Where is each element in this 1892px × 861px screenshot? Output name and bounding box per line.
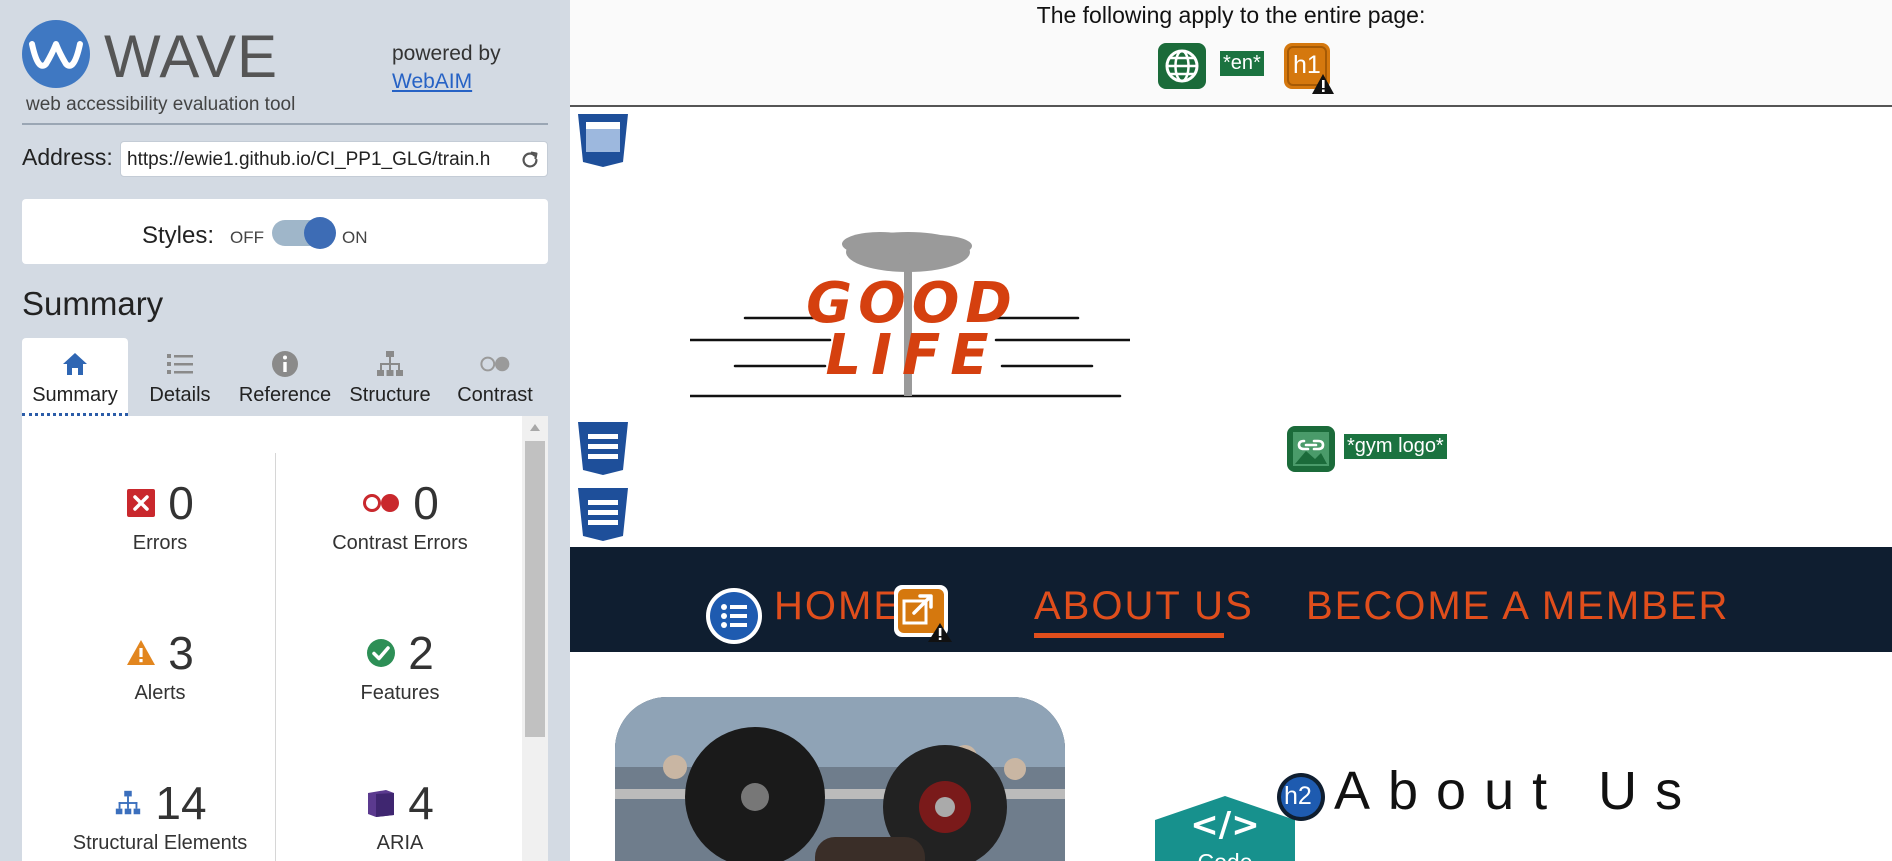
nav-member-link[interactable]: BECOME A MEMBER bbox=[1306, 584, 1729, 629]
styles-box: Styles: OFF ON bbox=[22, 199, 548, 264]
structure-icon bbox=[116, 790, 141, 815]
aria-label: ARIA bbox=[376, 832, 424, 854]
styles-toggle-knob[interactable] bbox=[304, 217, 336, 249]
scroll-up-arrow-icon[interactable] bbox=[530, 424, 540, 431]
tab-contrast[interactable]: Contrast bbox=[442, 338, 548, 416]
aria-icon bbox=[368, 790, 395, 817]
tab-label: Contrast bbox=[457, 384, 533, 406]
tab-structure[interactable]: Structure bbox=[337, 338, 443, 416]
feature-icon bbox=[367, 639, 396, 667]
contrast-icon bbox=[480, 356, 510, 372]
contrast-errors-count: 0 bbox=[413, 477, 439, 529]
language-globe-icon[interactable] bbox=[1157, 42, 1207, 90]
nav-active-underline bbox=[1034, 633, 1224, 638]
logo-word-life: LIFE bbox=[825, 323, 998, 388]
barbell-photo-icon bbox=[615, 697, 1065, 861]
banner-text: The following apply to the entire page: bbox=[1036, 2, 1426, 28]
summary-panel: 0 Errors 0 Contrast Errors 3 Alerts 2 Fe… bbox=[22, 416, 548, 861]
language-tag[interactable]: *en* bbox=[1220, 51, 1264, 76]
tab-label: Details bbox=[149, 384, 211, 406]
hero-gym-photo bbox=[615, 697, 1065, 861]
aria-count: 4 bbox=[408, 777, 434, 829]
styles-off-label: OFF bbox=[230, 228, 264, 247]
address-input[interactable] bbox=[127, 147, 507, 173]
wave-header: WAVE web accessibility evaluation tool p… bbox=[22, 20, 552, 116]
site-navbar: HOME ABOUT US BECOME A MEMBER bbox=[570, 547, 1892, 652]
hierarchy-icon bbox=[377, 351, 403, 376]
reload-icon[interactable] bbox=[519, 149, 541, 171]
redundant-link-alert-icon[interactable] bbox=[892, 583, 954, 643]
gym-logo-image[interactable]: GOOD LIFE bbox=[690, 222, 1130, 402]
code-badge-label: Code bbox=[1198, 849, 1253, 861]
wave-sidebar: WAVE web accessibility evaluation tool p… bbox=[0, 0, 570, 861]
wave-tagline: web accessibility evaluation tool bbox=[26, 94, 296, 115]
features-count: 2 bbox=[408, 627, 434, 679]
styles-on-label: ON bbox=[342, 228, 368, 247]
stat-structural[interactable]: 14 Structural Elements bbox=[40, 776, 280, 855]
h2-badge-label: h2 bbox=[1284, 782, 1312, 810]
wave-wordmark: WAVE bbox=[104, 23, 279, 90]
styles-label: Styles: bbox=[142, 222, 215, 249]
tab-label: Structure bbox=[349, 384, 431, 406]
styles-toggle[interactable] bbox=[272, 217, 336, 249]
structural-label: Structural Elements bbox=[72, 832, 248, 854]
navigation-region-icon[interactable] bbox=[576, 420, 630, 476]
address-box bbox=[120, 141, 548, 177]
alerts-label: Alerts bbox=[134, 682, 186, 704]
errors-count: 0 bbox=[168, 477, 194, 529]
nav-about-link[interactable]: ABOUT US bbox=[1034, 584, 1254, 629]
wave-logo-icon bbox=[22, 20, 90, 88]
page-level-banner: The following apply to the entire page: … bbox=[570, 0, 1892, 107]
stat-alerts[interactable]: 3 Alerts bbox=[40, 626, 280, 705]
page-preview: The following apply to the entire page: … bbox=[570, 0, 1892, 861]
contrast-errors-label: Contrast Errors bbox=[332, 532, 468, 554]
tab-details[interactable]: Details bbox=[127, 338, 233, 416]
tab-label: Summary bbox=[32, 384, 118, 406]
features-label: Features bbox=[360, 682, 440, 704]
nav-home-link[interactable]: HOME bbox=[774, 584, 902, 629]
webaim-link[interactable]: WebAIM bbox=[392, 70, 472, 94]
structural-count: 14 bbox=[155, 777, 207, 829]
code-glyph: </> bbox=[1190, 805, 1259, 845]
contrast-error-icon bbox=[363, 494, 400, 512]
image-alt-tag[interactable]: *gym logo* bbox=[1344, 434, 1447, 459]
errors-label: Errors bbox=[132, 532, 188, 554]
stat-contrast-errors[interactable]: 0 Contrast Errors bbox=[280, 476, 520, 555]
stat-errors[interactable]: 0 Errors bbox=[40, 476, 280, 555]
tab-summary[interactable]: Summary bbox=[22, 338, 128, 416]
header-region-icon[interactable] bbox=[576, 112, 630, 168]
stat-aria[interactable]: 4 ARIA bbox=[280, 776, 520, 855]
about-us-heading: About Us bbox=[1334, 761, 1701, 821]
home-icon bbox=[63, 353, 87, 375]
h1-badge-label: h1 bbox=[1293, 51, 1321, 79]
list-icon bbox=[167, 354, 193, 374]
panel-tabs: Summary Details Reference Structure Cont… bbox=[22, 338, 548, 416]
panel-divider bbox=[22, 123, 548, 125]
summary-heading: Summary bbox=[22, 285, 164, 322]
list-region-icon[interactable] bbox=[576, 486, 630, 542]
panel-scrollbar[interactable] bbox=[522, 416, 548, 861]
tab-label: Reference bbox=[238, 384, 332, 406]
alerts-count: 3 bbox=[168, 627, 194, 679]
error-icon bbox=[127, 489, 156, 517]
alert-icon bbox=[127, 640, 156, 665]
address-label: Address: bbox=[22, 144, 113, 170]
unordered-list-icon[interactable] bbox=[705, 587, 763, 645]
code-icon[interactable]: </> Code bbox=[1155, 796, 1295, 861]
info-icon bbox=[272, 351, 298, 377]
stat-features[interactable]: 2 Features bbox=[280, 626, 520, 705]
powered-by-text: powered by bbox=[392, 42, 501, 65]
scroll-thumb[interactable] bbox=[525, 441, 545, 737]
tab-reference[interactable]: Reference bbox=[232, 338, 338, 416]
linked-image-icon[interactable] bbox=[1286, 425, 1336, 473]
